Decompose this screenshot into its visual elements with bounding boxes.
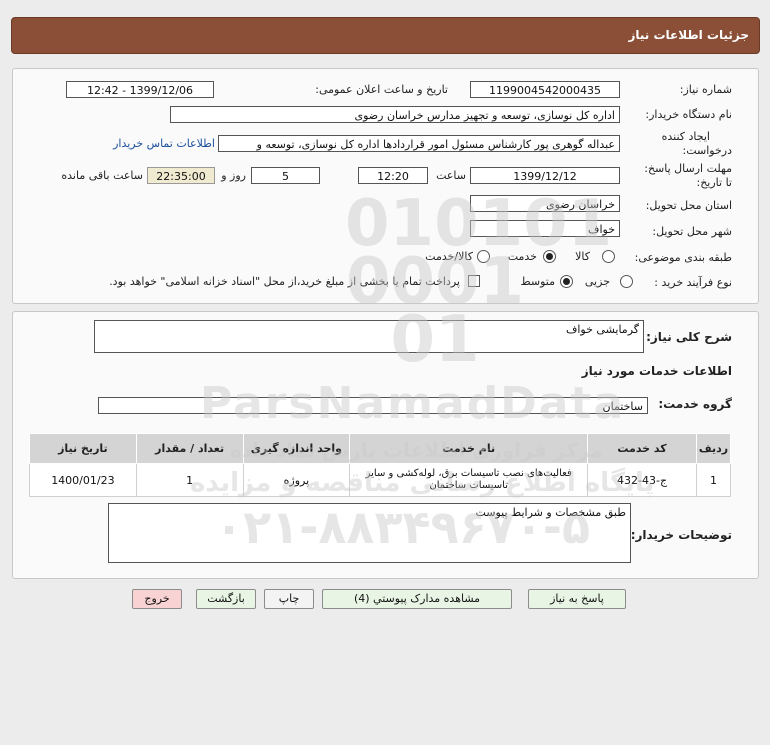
province-field: خراسان رضوی bbox=[470, 195, 620, 212]
services-table: ردیف کد خدمت نام خدمت واحد اندازه گیری ت… bbox=[29, 433, 732, 497]
buyer-notes-field: طبق مشخصات و شرایط پیوست bbox=[108, 503, 631, 563]
buyer-notes-label: توضیحات خریدار: bbox=[630, 528, 732, 542]
reply-button[interactable]: پاسخ به نیاز bbox=[528, 589, 626, 609]
remaining-label: ساعت باقی مانده bbox=[61, 169, 143, 182]
process-label: نوع فرآیند خرید : bbox=[654, 276, 732, 289]
city-label: شهر محل تحویل: bbox=[652, 225, 732, 238]
creator-label-2: درخواست: bbox=[682, 144, 732, 157]
day-label: روز و bbox=[221, 169, 246, 182]
service-group-label: گروه خدمت: bbox=[658, 397, 732, 411]
services-section-title: اطلاعات خدمات مورد نیاز bbox=[581, 364, 732, 378]
service-group-field: ساختمان bbox=[98, 397, 648, 414]
category-option-goods-service: کالا/خدمت bbox=[425, 250, 473, 263]
deadline-time-label: ساعت bbox=[436, 169, 466, 182]
treasury-note: پرداخت تمام یا بخشی از مبلغ خرید،از محل … bbox=[109, 275, 460, 288]
province-label: استان محل تحویل: bbox=[645, 199, 732, 212]
services-table-header: ردیف کد خدمت نام خدمت واحد اندازه گیری ت… bbox=[29, 433, 732, 464]
cell-name: فعالیت‌های نصب تاسیسات برق، لوله‌کشی و س… bbox=[349, 463, 589, 497]
deadline-time-field: 12:20 bbox=[358, 167, 428, 184]
need-number-label: شماره نیاز: bbox=[679, 83, 732, 96]
city-field: خواف bbox=[470, 220, 620, 237]
attachments-button[interactable]: مشاهده مدارک پیوستي (4) bbox=[322, 589, 512, 609]
buyer-field: اداره کل نوسازی، توسعه و تجهیز مدارس خرا… bbox=[170, 106, 620, 123]
process-option-medium: متوسط bbox=[520, 275, 555, 288]
col-qty: تعداد / مقدار bbox=[135, 433, 244, 464]
deadline-label-2: تا تاریخ: bbox=[696, 176, 732, 189]
summary-label: شرح کلی نیاز: bbox=[646, 330, 732, 344]
exit-button[interactable]: خروج bbox=[132, 589, 182, 609]
day-count-field: 5 bbox=[251, 167, 320, 184]
buyer-contact-link[interactable]: اطلاعات تماس خریدار bbox=[113, 137, 215, 150]
need-info-panel bbox=[12, 68, 759, 304]
category-option-goods: کالا bbox=[575, 250, 590, 263]
announce-label: تاریخ و ساعت اعلان عمومی: bbox=[315, 83, 448, 96]
col-date: تاریخ نیاز bbox=[29, 433, 137, 464]
buyer-label: نام دستگاه خریدار: bbox=[645, 108, 732, 121]
cell-date: 1400/01/23 bbox=[29, 463, 137, 497]
creator-label-1: ایجاد کننده bbox=[661, 130, 710, 143]
page-title: جزئیات اطلاعات نیاز bbox=[628, 28, 749, 42]
creator-field: عبداله گوهری پور کارشناس مسئول امور قرار… bbox=[218, 135, 620, 152]
col-unit: واحد اندازه گیری bbox=[242, 433, 351, 464]
category-radio-goods[interactable] bbox=[602, 250, 615, 263]
category-radio-service[interactable] bbox=[543, 250, 556, 263]
cell-row: 1 bbox=[695, 463, 732, 497]
need-number-field: 1199004542000435 bbox=[470, 81, 620, 98]
col-row: ردیف bbox=[695, 433, 732, 464]
process-radio-minor[interactable] bbox=[620, 275, 633, 288]
deadline-date-field: 1399/12/12 bbox=[470, 167, 620, 184]
category-label: طبقه بندی موضوعی: bbox=[634, 251, 732, 264]
back-button[interactable]: بازگشت bbox=[196, 589, 256, 609]
cell-unit: پروژه bbox=[242, 463, 351, 497]
announce-field: 1399/12/06 - 12:42 bbox=[66, 81, 214, 98]
cell-qty: 1 bbox=[135, 463, 244, 497]
remaining-time-field: 22:35:00 bbox=[147, 167, 215, 184]
category-radio-goods-service[interactable] bbox=[477, 250, 490, 263]
print-button[interactable]: چاپ bbox=[264, 589, 314, 609]
category-option-service: خدمت bbox=[507, 250, 537, 263]
deadline-label-1: مهلت ارسال پاسخ: bbox=[644, 162, 732, 175]
col-code: کد خدمت bbox=[587, 433, 697, 464]
page-header: جزئیات اطلاعات نیاز bbox=[11, 17, 760, 54]
process-option-minor: جزیی bbox=[584, 275, 610, 288]
process-radio-medium[interactable] bbox=[560, 275, 573, 288]
summary-field: گرمایشی خواف bbox=[94, 320, 644, 353]
cell-code: ج-43-432 bbox=[587, 463, 697, 497]
col-name: نام خدمت bbox=[349, 433, 589, 464]
table-row: 1 ج-43-432 فعالیت‌های نصب تاسیسات برق، ل… bbox=[29, 463, 732, 497]
treasury-checkbox[interactable] bbox=[468, 275, 480, 287]
